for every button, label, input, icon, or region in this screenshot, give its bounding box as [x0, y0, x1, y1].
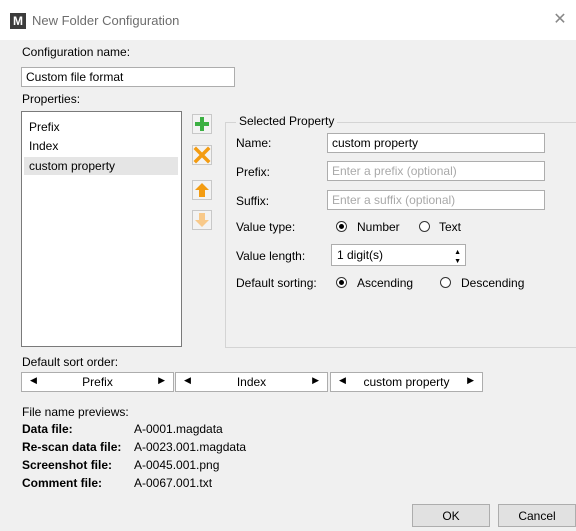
sorting-ascending-label[interactable]: Ascending — [357, 276, 413, 290]
value-type-number-radio[interactable] — [336, 221, 347, 232]
preview-comment-file-label: Comment file: — [22, 476, 103, 490]
properties-list[interactable]: Prefix Index custom property — [21, 111, 182, 347]
sort-order-item-custom-property[interactable]: ◀ custom property ▶ — [330, 372, 483, 392]
list-item-index[interactable]: Index — [24, 137, 178, 155]
value-type-text-label[interactable]: Text — [439, 220, 461, 234]
preview-data-file-label: Data file: — [22, 422, 73, 436]
spinner-down-icon[interactable]: ▼ — [454, 253, 461, 271]
value-type-label: Value type: — [236, 220, 296, 234]
config-name-label: Configuration name: — [22, 45, 131, 59]
arrow-right-icon[interactable]: ▶ — [312, 375, 319, 386]
value-length-label: Value length: — [236, 249, 306, 263]
value-length-value: 1 digit(s) — [337, 248, 384, 262]
suffix-input[interactable] — [327, 190, 545, 210]
cancel-button[interactable]: Cancel — [498, 504, 576, 527]
plus-icon — [195, 117, 209, 131]
preview-screenshot-file-value: A-0045.001.png — [134, 458, 220, 472]
preview-data-file-value: A-0001.magdata — [134, 422, 223, 436]
arrow-right-icon[interactable]: ▶ — [467, 375, 474, 386]
name-input[interactable] — [327, 133, 545, 153]
selected-property-group — [225, 122, 576, 348]
value-type-number-label[interactable]: Number — [357, 220, 400, 234]
preview-rescan-file-label: Re-scan data file: — [22, 440, 122, 454]
arrow-down-icon — [195, 213, 209, 227]
sort-order-item-prefix[interactable]: ◀ Prefix ▶ — [21, 372, 174, 392]
close-icon: ✕ — [553, 11, 567, 28]
default-sorting-label: Default sorting: — [236, 276, 317, 290]
sorting-ascending-radio[interactable] — [336, 277, 347, 288]
arrow-right-icon[interactable]: ▶ — [158, 375, 165, 386]
suffix-label: Suffix: — [236, 194, 270, 208]
preview-comment-file-value: A-0067.001.txt — [134, 476, 213, 490]
name-label: Name: — [236, 136, 272, 150]
config-name-input[interactable] — [21, 67, 235, 87]
prefix-label: Prefix: — [236, 165, 271, 179]
remove-property-button[interactable] — [192, 145, 212, 165]
list-item-prefix[interactable]: Prefix — [24, 118, 178, 136]
value-type-text-radio[interactable] — [419, 221, 430, 232]
value-length-spinner[interactable]: 1 digit(s) ▲ ▼ — [331, 244, 466, 266]
sorting-descending-radio[interactable] — [440, 277, 451, 288]
add-property-button[interactable] — [192, 114, 212, 134]
title-bar: M New Folder Configuration ✕ — [0, 0, 576, 40]
list-item-custom-property[interactable]: custom property — [24, 157, 178, 175]
sort-order-item-index[interactable]: ◀ Index ▶ — [175, 372, 328, 392]
preview-screenshot-file-label: Screenshot file: — [22, 458, 113, 472]
move-down-button[interactable] — [192, 210, 212, 230]
preview-rescan-file-value: A-0023.001.magdata — [134, 440, 247, 454]
selected-property-title: Selected Property — [236, 114, 338, 128]
sorting-descending-label[interactable]: Descending — [461, 276, 524, 290]
x-icon — [193, 146, 211, 164]
close-button[interactable]: ✕ — [548, 8, 572, 32]
prefix-input[interactable] — [327, 161, 545, 181]
sort-order-label: Default sort order: — [22, 355, 119, 369]
app-logo-icon: M — [10, 13, 26, 29]
move-up-button[interactable] — [192, 180, 212, 200]
window-title: New Folder Configuration — [32, 13, 180, 28]
properties-label: Properties: — [22, 92, 81, 106]
ok-button[interactable]: OK — [412, 504, 490, 527]
arrow-up-icon — [195, 183, 209, 197]
previews-label: File name previews: — [22, 405, 129, 419]
